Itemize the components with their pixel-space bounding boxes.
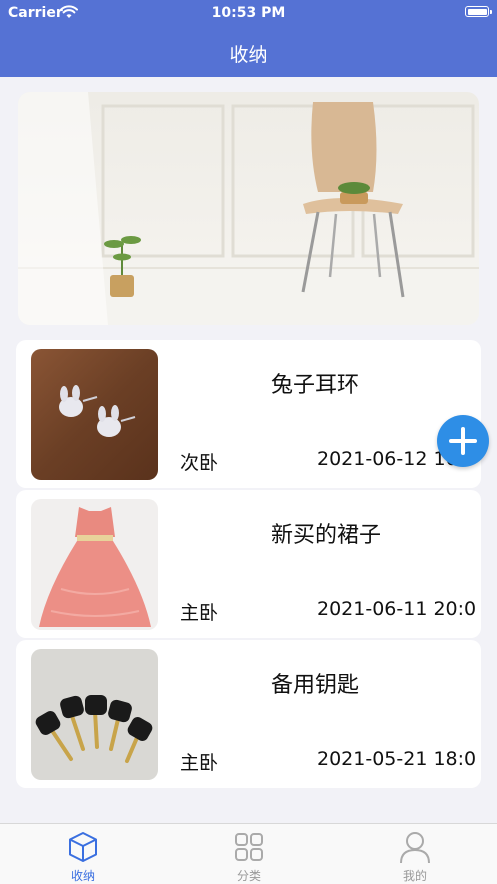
list-item[interactable]: 备用钥匙 主卧 2021-05-21 18:00 — [16, 640, 481, 788]
item-title: 备用钥匙 — [271, 673, 360, 698]
nav-bar: 收纳 — [0, 26, 497, 77]
item-title: 新买的裙子 — [271, 523, 382, 548]
item-room: 次卧 — [180, 452, 219, 474]
status-bar: Carrier 10:53 PM — [0, 0, 497, 26]
clock: 10:53 PM — [211, 5, 286, 21]
grid-icon — [235, 833, 263, 861]
banner-image[interactable] — [18, 92, 479, 325]
list-item[interactable]: 新买的裙子 主卧 2021-06-11 20:00 — [16, 490, 481, 638]
item-room: 主卧 — [180, 752, 219, 774]
item-date: 2021-05-21 18:00 — [317, 748, 477, 770]
item-room: 主卧 — [180, 602, 219, 624]
tab-label: 我的 — [402, 869, 427, 883]
person-icon — [400, 832, 430, 864]
tab-storage[interactable]: 收纳 — [0, 824, 166, 884]
item-thumbnail — [31, 349, 158, 480]
item-title: 兔子耳环 — [271, 373, 360, 398]
plus-icon — [449, 427, 477, 455]
list-item[interactable]: 兔子耳环 次卧 2021-06-12 16:00 — [16, 340, 481, 488]
room-illustration — [18, 92, 479, 325]
tab-category[interactable]: 分类 — [166, 824, 332, 884]
item-thumbnail — [31, 499, 158, 630]
page-title: 收纳 — [229, 44, 268, 66]
tab-profile[interactable]: 我的 — [332, 824, 497, 884]
item-thumbnail — [31, 649, 158, 780]
box-icon — [69, 832, 97, 862]
tab-label: 分类 — [236, 869, 261, 883]
tab-label: 收纳 — [70, 869, 95, 883]
tab-bar: 收纳 分类 我的 — [0, 823, 497, 884]
battery-icon — [465, 6, 492, 17]
add-item-button[interactable] — [437, 415, 489, 467]
item-date: 2021-06-11 20:00 — [317, 598, 477, 620]
